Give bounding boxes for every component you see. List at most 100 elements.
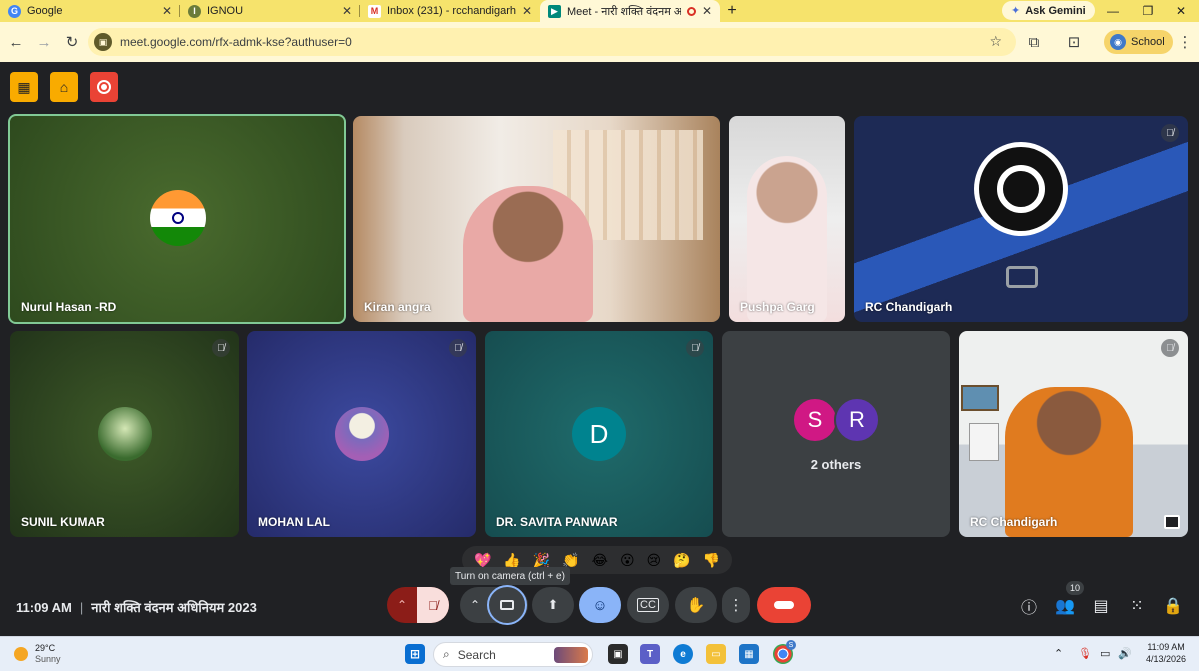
search-highlight-image [554,646,588,663]
meet-icon: ▶ [548,4,561,18]
reaction-thumbs-up[interactable]: 👍 [503,552,520,569]
meeting-title: नारी शक्ति वंदनम अधिनियम 2023 [91,600,257,615]
meeting-details-icon[interactable]: ⓘ [1017,594,1041,618]
participant-name: DR. SAVITA PANWAR [496,515,618,529]
browser-toolbar: ← → ↻ ▣ meet.google.com/rfx-admk-kse?aut… [0,22,1199,62]
close-icon[interactable]: ✕ [522,4,532,18]
participant-tile[interactable]: 🎙̸ D DR. SAVITA PANWAR [485,331,713,537]
teams-icon[interactable]: T [640,644,660,664]
recording-button[interactable] [90,72,118,102]
participant-name: Kiran angra [364,300,431,314]
ask-gemini-label: Ask Gemini [1025,4,1086,17]
camera-button[interactable] [487,585,527,625]
host-controls-button[interactable]: ▦ [10,72,38,102]
site-info-icon[interactable]: ▣ [94,33,112,51]
participant-tile[interactable]: 🎙̸ RC Chandigarh [959,331,1188,537]
participant-tile[interactable]: 🎙̸ SUNIL KUMAR [10,331,239,537]
url-text[interactable]: meet.google.com/rfx-admk-kse?authuser=0 [120,35,352,49]
chevron-up-icon[interactable]: ⌃ [397,598,407,612]
reaction-clap[interactable]: 👏 [562,552,579,569]
profile-button[interactable]: ◉ School [1104,30,1173,54]
reaction-laugh[interactable]: 😂 [592,552,608,569]
chevron-up-icon[interactable]: ⌃ [470,598,480,612]
tab-title: Meet - नारी शक्ति वंदनम अधि [567,5,681,18]
meet-stage: ▦ ⌂ Nurul Hasan -RD Kiran angra Pushpa G… [0,62,1199,636]
captions-icon: CC [637,598,659,612]
reaction-surprised[interactable]: 😮 [620,552,635,569]
participant-video-person [747,156,827,322]
participant-tile[interactable]: 🎙̸ MOHAN LAL [247,331,476,537]
back-arrow-icon[interactable]: ← [2,28,30,56]
reload-icon[interactable]: ↻ [58,28,86,56]
tab-ignou[interactable]: I IGNOU ✕ [180,0,360,22]
weather-widget[interactable]: 29°C Sunny [14,643,61,665]
windows-start-icon[interactable]: ⊞ [405,644,425,664]
others-tile[interactable]: S R 2 others [722,331,950,537]
google-icon: G [8,4,21,18]
activities-icon[interactable]: ⁙ [1125,594,1149,618]
tab-gmail[interactable]: M Inbox (231) - rcchandigarh@ign ✕ [360,0,540,22]
tab-google[interactable]: G Google ✕ [0,0,180,22]
task-view-icon[interactable]: ▣ [608,644,628,664]
reaction-thumbs-down[interactable]: 👎 [703,552,720,569]
present-button[interactable]: ⬆ [532,587,574,623]
camera-icon [500,600,514,610]
mic-off-icon: 🎙̸ [1161,124,1179,142]
chat-icon[interactable]: ▤ [1089,594,1113,618]
forward-arrow-icon[interactable]: → [30,28,58,56]
close-icon[interactable]: ✕ [162,4,172,18]
minimize-button[interactable]: — [1095,0,1131,22]
mic-off-button[interactable]: 🎙̸ [417,587,449,623]
ask-gemini-button[interactable]: ✦ Ask Gemini [1002,1,1095,20]
file-explorer-icon[interactable]: ▭ [706,644,726,664]
people-count-badge: 10 [1066,581,1084,595]
mic-control-group: ⌃ 🎙̸ [387,587,449,623]
volume-icon[interactable]: 🔊 [1118,647,1132,660]
system-clock[interactable]: 11:09 AM 4/13/2026 [1146,641,1186,665]
tab-title: Inbox (231) - rcchandigarh@ign [387,5,516,17]
wall-picture [961,385,999,411]
building-icon-button[interactable]: ⌂ [50,72,78,102]
reactions-button[interactable]: ☺ [579,587,621,623]
cast-icon[interactable]: ⊡ [1060,28,1088,56]
tray-overflow-icon[interactable]: ⌃ [1054,647,1063,660]
tab-title: IGNOU [207,5,244,17]
clock-time: 11:09 AM [1147,642,1185,652]
captions-button[interactable]: CC [627,587,669,623]
close-icon[interactable]: ✕ [702,4,712,18]
new-tab-button[interactable]: + [720,0,744,22]
reaction-heart[interactable]: 💖 [474,552,491,569]
participant-tile[interactable]: 🎙̸ RC Chandigarh [854,116,1188,322]
participant-tile[interactable]: Nurul Hasan -RD [8,114,346,324]
people-icon[interactable]: 👥 [1053,594,1077,618]
address-bar[interactable]: ▣ meet.google.com/rfx-admk-kse?authuser=… [88,28,1016,56]
reaction-party[interactable]: 🎉 [533,552,550,569]
participant-tile[interactable]: Pushpa Garg [729,116,845,322]
store-icon[interactable]: ▦ [739,644,759,664]
fullscreen-icon[interactable] [1164,515,1180,529]
raise-hand-button[interactable]: ✋ [675,587,717,623]
menu-kebab-icon[interactable]: ⋮ [1171,28,1199,56]
bookmark-star-icon[interactable]: ☆ [989,33,1002,50]
chrome-profile-badge: S [786,640,796,650]
avatar-mushroom [335,407,389,461]
reaction-sad[interactable]: 😢 [647,552,662,569]
microphone-tray-icon[interactable]: 🎙 [1078,647,1092,660]
gemini-icon: ✦ [1011,5,1021,17]
meeting-separator: | [79,599,84,615]
taskbar-search[interactable]: ⌕ Search [433,642,593,667]
window-close-button[interactable]: ✕ [1163,0,1199,22]
more-options-button[interactable]: ⋮ [722,587,750,623]
host-lock-icon[interactable]: 🔒 [1161,594,1185,618]
restore-button[interactable]: ❐ [1130,0,1166,22]
edge-icon[interactable]: e [673,644,693,664]
tab-meet[interactable]: ▶ Meet - नारी शक्ति वंदनम अधि ✕ [540,0,720,22]
extensions-icon[interactable]: ⧉ [1020,28,1048,56]
participant-tile[interactable]: Kiran angra [353,116,720,322]
network-icon[interactable]: ▭ [1100,647,1110,660]
camera-off-icon [1006,266,1038,288]
close-icon[interactable]: ✕ [342,4,352,18]
leave-call-button[interactable] [757,587,811,623]
reaction-thinking[interactable]: 🤔 [673,552,690,569]
avatar-india-flag [150,190,206,246]
